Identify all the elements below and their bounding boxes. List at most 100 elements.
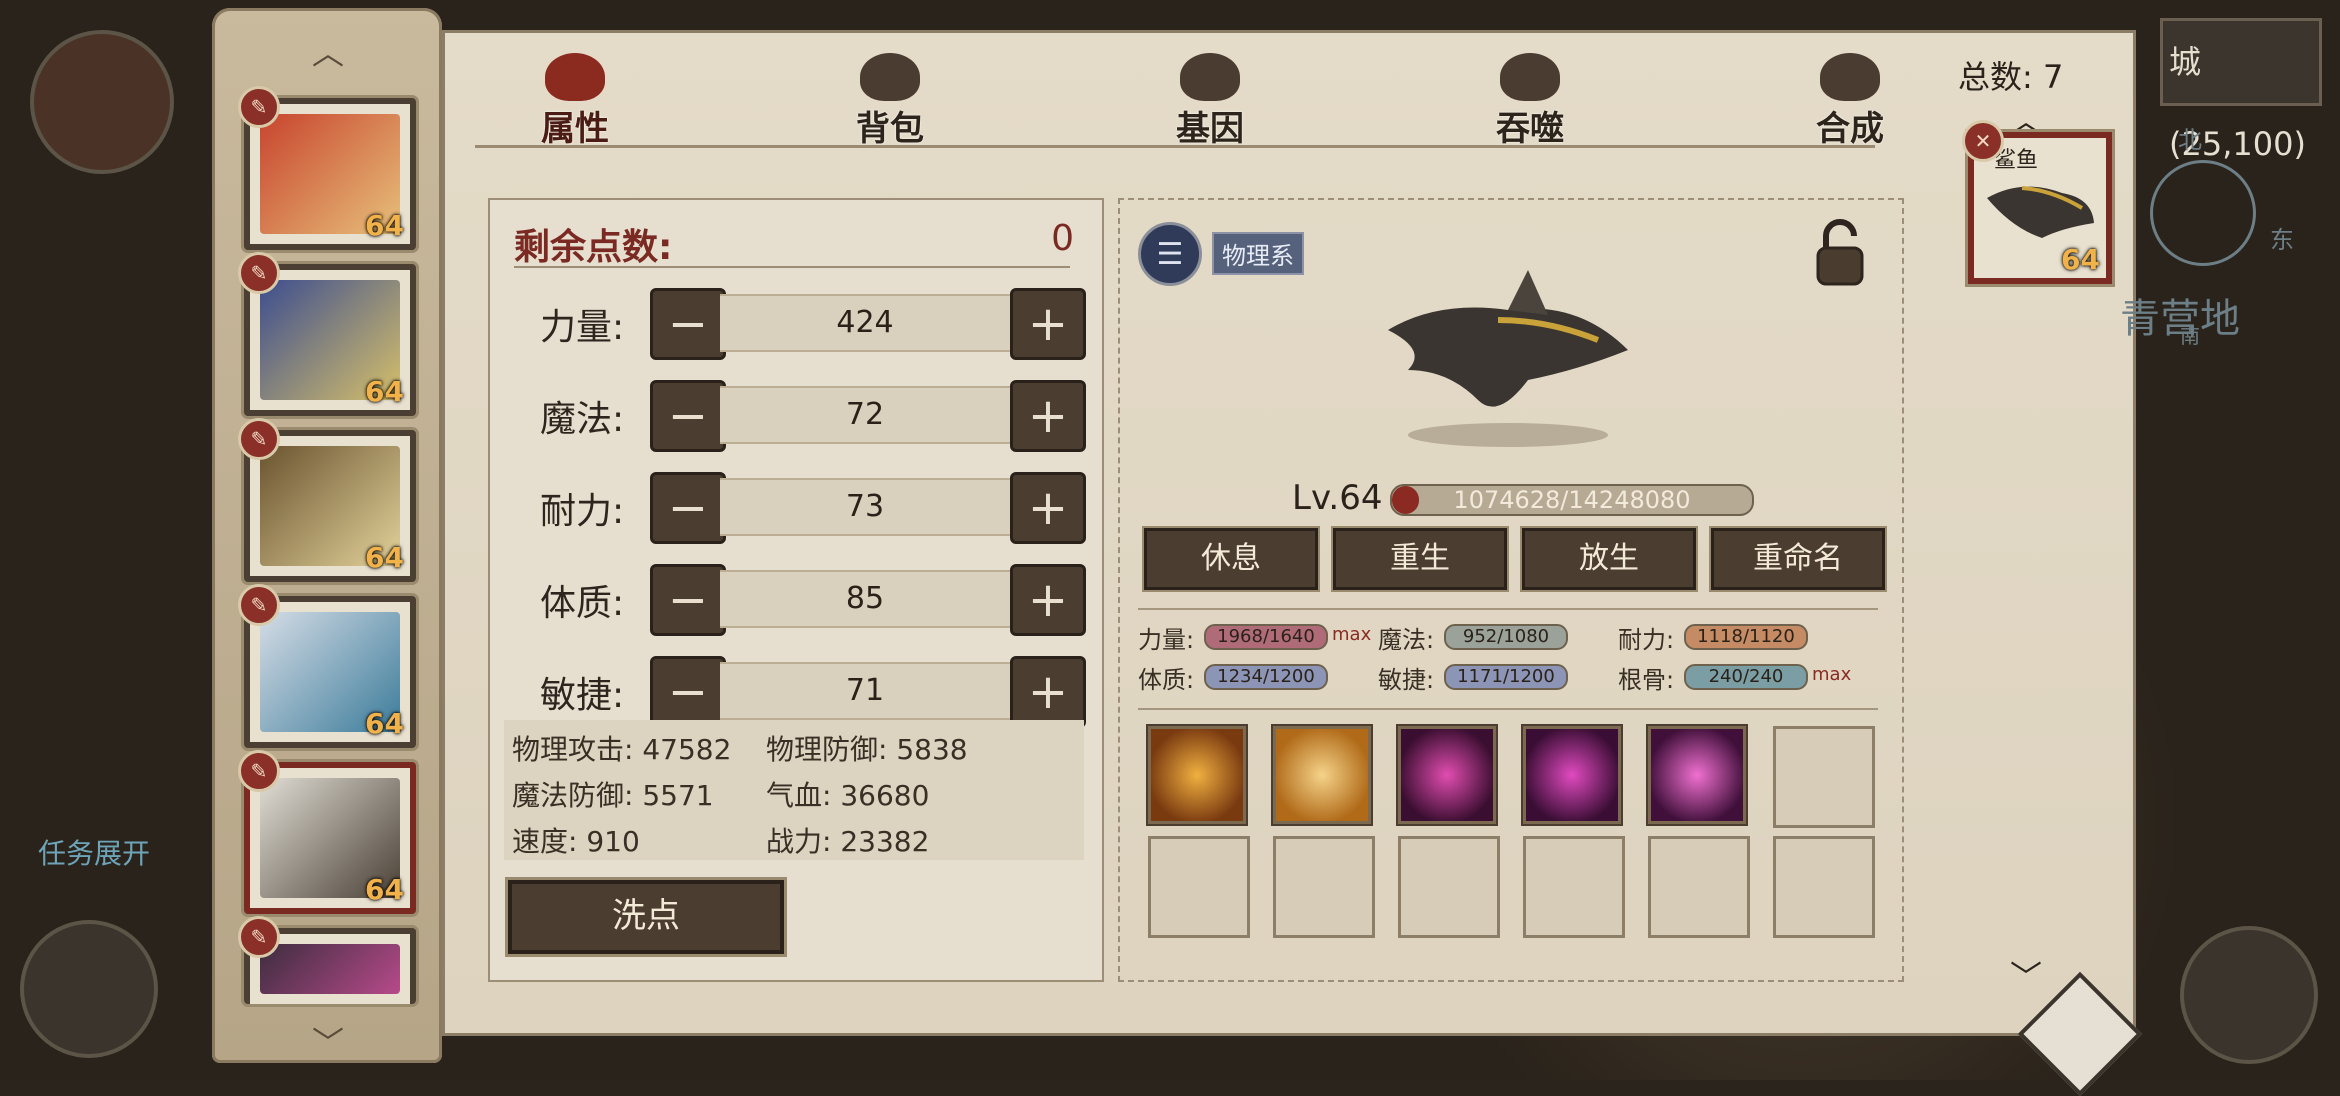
decrease-button[interactable]: − [650,564,726,636]
gene-icon [1180,53,1240,101]
compass-north: 北 [2178,126,2202,154]
pet-list[interactable]: ︿ ✎ 64 ✎ 64 ✎ 64 ✎ 64 ✎ 64 ✎ ﹀ [212,8,442,1063]
home-button[interactable] [2180,926,2318,1064]
empty-skill-slot[interactable] [1523,836,1625,938]
pet-detail: ☰ 物理系 Lv.64 1074628/14248080 休息 重生 放生 重命… [1118,198,1904,982]
empty-skill-slot[interactable] [1273,836,1375,938]
scroll-down-icon[interactable]: ﹀ [2010,952,2042,998]
increase-button[interactable]: + [1010,656,1086,728]
decrease-button[interactable]: − [650,472,726,544]
tab-attributes[interactable]: 属性 [500,53,650,150]
equip-badge-icon: ✎ [238,252,280,294]
quest-toggle[interactable]: 任务展开 [38,832,150,872]
stat-phys-def: 物理防御: 5838 [766,733,968,766]
aptitude-label: 魔法: [1378,626,1435,654]
pet-level-badge: 64 [2061,243,2100,276]
pet-slot[interactable]: ✎ 64 [238,86,416,250]
stat-speed: 速度: 910 [512,825,640,858]
pet-level-badge: 64 [365,209,404,242]
increase-button[interactable]: + [1010,288,1086,360]
pet-total-count: 总数: 7 [1958,58,2064,96]
reset-points-button[interactable]: 洗点 [508,880,784,954]
shark-thumbnail [1987,186,2094,238]
stat-power: 战力: 23382 [766,825,930,858]
stat-hp: 气血: 36680 [766,779,930,812]
close-icon[interactable]: ✕ [1962,120,2004,162]
pet-slot[interactable]: ✎ 64 [238,252,416,416]
menu-list-icon[interactable]: ☰ [1138,222,1202,286]
increase-button[interactable]: + [1010,380,1086,452]
decrease-button[interactable]: − [650,656,726,728]
rename-button[interactable]: 重命名 [1711,528,1885,590]
attr-value-bar: 424 [720,294,1010,352]
divider [1138,708,1878,710]
lock-icon[interactable] [1812,218,1868,288]
tab-bar: 属性 背包 基因 吞噬 合成 [445,33,1895,153]
divider [514,266,1070,268]
city-coordinates: 城(25,100) [2160,18,2322,163]
pet-level-badge: 64 [365,375,404,408]
tab-gene[interactable]: 基因 [1135,53,1285,150]
pet-slot[interactable]: ✎ 64 [238,584,416,748]
compass-south: 南 [2180,324,2200,348]
aptitude-label: 根骨: [1618,666,1675,694]
increase-button[interactable]: + [1010,564,1086,636]
aptitude-label: 耐力: [1618,626,1675,654]
remaining-points-label: 剩余点数: [514,227,673,268]
equip-badge-icon: ✎ [238,418,280,460]
skill-icon[interactable] [1273,726,1371,824]
player-avatar[interactable] [30,30,174,174]
empty-skill-slot[interactable] [1773,836,1875,938]
rebirth-button[interactable]: 重生 [1333,528,1507,590]
skill-icon[interactable] [1148,726,1246,824]
pet-level-badge: 64 [365,541,404,574]
decrease-button[interactable]: − [650,288,726,360]
skill-icon[interactable] [1398,726,1496,824]
increase-button[interactable]: + [1010,472,1086,544]
pet-level-badge: 64 [365,707,404,740]
aptitude-value: 240/240 [1684,664,1808,690]
skill-icon[interactable] [1648,726,1746,824]
selected-pet-slot[interactable]: 鲨鱼 64 ✕ [1962,120,2112,284]
empty-skill-slot[interactable] [1648,836,1750,938]
max-tag: max [1332,624,1372,645]
aptitude-value: 1234/1200 [1204,664,1328,690]
aptitude-label: 体质: [1138,666,1195,694]
fire-icon [545,53,605,101]
pet-slot[interactable]: ✎ [238,916,416,1004]
empty-skill-slot[interactable] [1148,836,1250,938]
pet-portrait [260,944,400,994]
tab-merge[interactable]: 合成 [1775,53,1925,150]
scroll-up-icon[interactable]: ︿ [312,28,344,74]
attr-value-bar: 73 [720,478,1010,536]
aptitude-label: 敏捷: [1378,666,1435,694]
empty-skill-slot[interactable] [1773,726,1875,828]
skill-icon[interactable] [1523,726,1621,824]
devour-icon [1500,53,1560,101]
attr-row-agility: 敏捷: − 71 + [510,656,1090,728]
equip-badge-icon: ✎ [238,86,280,128]
xp-bar: 1074628/14248080 [1390,484,1754,516]
tab-bag[interactable]: 背包 [815,53,965,150]
attr-value-bar: 71 [720,662,1010,720]
aptitude-label: 力量: [1138,626,1195,654]
attr-row-endurance: 耐力: − 73 + [510,472,1090,544]
attr-row-strength: 力量: − 424 + [510,288,1090,360]
remaining-points-value: 0 [1051,218,1074,259]
rest-button[interactable]: 休息 [1144,528,1318,590]
aptitude-value: 1118/1120 [1684,624,1808,650]
scroll-down-icon[interactable]: ﹀ [312,1018,344,1064]
merge-icon [1820,53,1880,101]
pet-slot[interactable]: ✎ 64 [238,750,416,914]
compass-east: 东 [2270,226,2294,254]
pet-level: Lv.64 [1292,478,1383,518]
equip-badge-icon: ✎ [238,750,280,792]
bag-icon [860,53,920,101]
empty-skill-slot[interactable] [1398,836,1500,938]
aptitude-value: 1968/1640 [1204,624,1328,650]
release-button[interactable]: 放生 [1522,528,1696,590]
decrease-button[interactable]: − [650,380,726,452]
tab-devour[interactable]: 吞噬 [1455,53,1605,150]
bottom-left-button[interactable] [20,920,158,1058]
pet-slot[interactable]: ✎ 64 [238,418,416,582]
